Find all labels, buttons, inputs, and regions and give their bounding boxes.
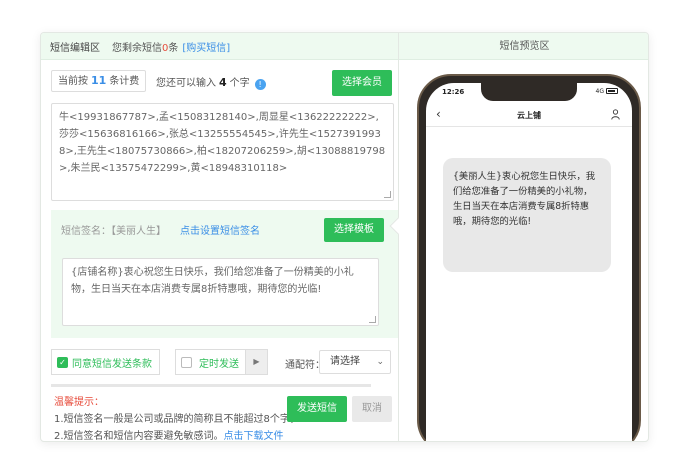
tips: 温馨提示： 1.短信签名一般是公司或品牌的简称且不能超过8个字， 2.短信签名和…: [54, 394, 300, 442]
arrow-right-icon[interactable]: ▶: [245, 350, 267, 374]
cancel-button[interactable]: 取消: [352, 396, 392, 422]
send-sms-button[interactable]: 发送短信: [287, 396, 347, 422]
remaining-prefix: 您剩余短信: [112, 42, 162, 54]
select-member-button[interactable]: 选择会员: [332, 70, 392, 96]
can-input-prefix: 您还可以输入: [156, 78, 216, 89]
editor-header: 短信编辑区 您剩余短信0条 [购买短信]: [41, 33, 398, 60]
check-icon: ✓: [57, 356, 68, 368]
can-input-hint: 您还可以输入 4 个字!: [156, 74, 266, 90]
sms-editor-card: 短信编辑区 您剩余短信0条 [购买短信] 当前按 11 条计费 您还可以输入 4 个字!…: [40, 32, 649, 442]
preview-pane: 短信预览区 12:26 4G ‹ 云上铺 {美丽人生}衷心祝您生日快乐，我们给您…: [389, 33, 648, 441]
select-template-button[interactable]: 选择模板: [324, 218, 384, 242]
timed-send-checkbox[interactable]: [181, 356, 192, 368]
message-content-text: {店铺名称}衷心祝您生日快乐，我们给您准备了一份精美的小礼物，生日当天在本店消费…: [71, 267, 354, 295]
signature-area: 短信签名：【美丽人生】 点击设置短信签名 选择模板 {店铺名称}衷心祝您生日快乐，…: [51, 210, 398, 338]
tip-item-2: 2.短信签名和短信内容要避免敏感词。点击下载文件: [54, 428, 300, 442]
editor-pane: 短信编辑区 您剩余短信0条 [购买短信] 当前按 11 条计费 您还可以输入 4 个字!…: [41, 33, 398, 442]
buy-sms-link[interactable]: [购买短信]: [182, 39, 230, 54]
battery-icon: [606, 88, 618, 94]
user-icon[interactable]: [611, 109, 620, 120]
count-suffix: 条计费: [109, 76, 140, 87]
recipients-textarea[interactable]: 牛<19931867787>,孟<15083128140>,周显星<136222…: [51, 103, 394, 201]
info-icon[interactable]: !: [254, 79, 266, 90]
agree-terms-label: 同意短信发送条款: [72, 358, 152, 370]
status-time: 12:26: [442, 88, 465, 96]
timed-send-label: 定时发送: [199, 358, 239, 370]
options-row: ✓ 同意短信发送条款 定时发送 ▶ 通配符： 请选择 ⌄: [51, 349, 398, 377]
tip-item-2-text: 2.短信签名和短信内容要避免敏感词。: [54, 431, 224, 442]
wildcard-select[interactable]: 请选择 ⌄: [319, 350, 391, 374]
download-file-link[interactable]: 点击下载文件: [224, 431, 284, 441]
count-prefix: 当前按: [58, 76, 88, 87]
count-value: 11: [91, 74, 107, 87]
status-network: 4G: [596, 88, 618, 95]
wildcard-select-value: 请选择: [330, 356, 360, 367]
signature-label: 短信签名：【美丽人生】: [61, 226, 166, 237]
message-content-textarea[interactable]: {店铺名称}衷心祝您生日快乐，我们给您准备了一份精美的小礼物，生日当天在本店消费…: [62, 258, 379, 326]
phone-frame: 12:26 4G ‹ 云上铺 {美丽人生}衷心祝您生日快乐，我们给您准备了一份精…: [417, 74, 641, 441]
preview-title: 短信预览区: [399, 33, 648, 60]
shop-name: 云上铺: [517, 111, 541, 120]
agree-terms-checkbox[interactable]: ✓ 同意短信发送条款: [51, 349, 160, 375]
resize-handle[interactable]: [369, 316, 376, 323]
chat-navbar: ‹ 云上铺: [426, 105, 632, 127]
remaining-sms: 您剩余短信0条: [112, 39, 178, 54]
timed-send-option[interactable]: 定时发送 ▶: [175, 349, 268, 375]
network-label: 4G: [595, 88, 604, 95]
phone-screen: 12:26 4G ‹ 云上铺 {美丽人生}衷心祝您生日快乐，我们给您准备了一份精…: [426, 83, 632, 441]
recipients-text: 牛<19931867787>,孟<15083128140>,周显星<136222…: [59, 112, 386, 174]
tip-item-1: 1.短信签名一般是公司或品牌的简称且不能超过8个字，: [54, 414, 300, 425]
divider: [51, 384, 371, 387]
resize-handle[interactable]: [384, 191, 391, 198]
set-signature-link[interactable]: 点击设置短信签名: [180, 226, 260, 237]
can-input-suffix: 个字: [229, 78, 250, 89]
editor-title: 短信编辑区: [50, 42, 100, 54]
chevron-down-icon: ⌄: [376, 357, 384, 367]
billing-count-box: 当前按 11 条计费: [51, 70, 147, 92]
signature-row: 短信签名：【美丽人生】 点击设置短信签名: [61, 222, 260, 237]
tips-title: 温馨提示：: [54, 397, 104, 408]
can-input-value: 4: [219, 76, 227, 89]
remaining-suffix: 条: [168, 42, 179, 54]
status-bar: 12:26 4G: [426, 86, 632, 102]
message-bubble: {美丽人生}衷心祝您生日快乐，我们给您准备了一份精美的小礼物，生日当天在本店消费…: [443, 158, 611, 272]
